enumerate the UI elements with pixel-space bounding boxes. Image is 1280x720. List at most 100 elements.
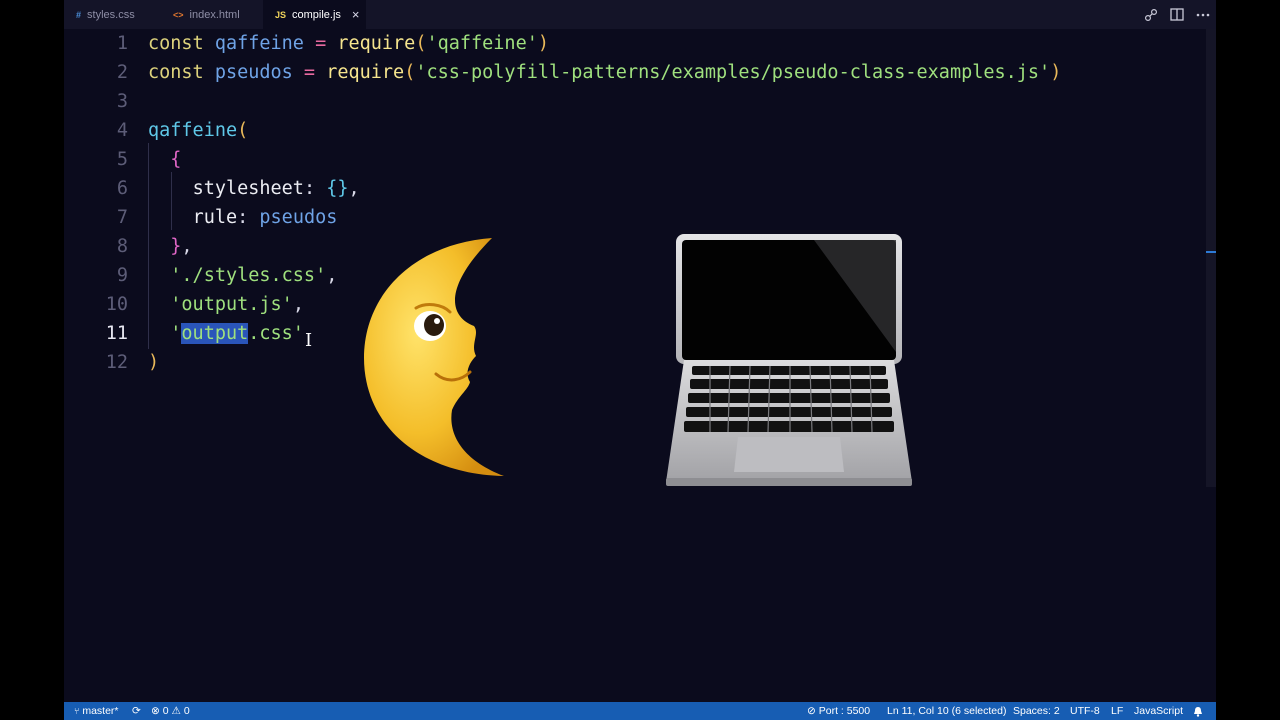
code-line[interactable]: 6 stylesheet: {}, <box>64 174 1204 203</box>
line-number: 6 <box>116 178 128 199</box>
tab-label: index.html <box>189 8 240 21</box>
code-text: ) <box>148 348 159 377</box>
code-token: : <box>303 178 327 199</box>
code-token: 'qaffeine' <box>426 33 538 54</box>
code-token: .css' <box>248 323 304 344</box>
code-token: ) <box>537 33 549 54</box>
code-token: ( <box>415 33 427 54</box>
code-token: './styles.css' <box>170 265 327 286</box>
vertical-scrollbar[interactable] <box>1206 29 1216 487</box>
code-editor[interactable]: 1 const qaffeine = require('qaffeine') 2 co… <box>64 29 1216 702</box>
code-token: ) <box>148 352 160 373</box>
code-text: const pseudos = require('css-polyfill-pa… <box>148 58 1061 87</box>
editor-window: # styles.css <> index.html JS compile.js… <box>64 0 1216 720</box>
code-token: {} <box>326 178 349 199</box>
selected-text: output <box>181 323 249 344</box>
open-changes-button[interactable] <box>1138 0 1164 29</box>
error-count: 0 <box>162 705 169 717</box>
code-line[interactable]: 2 const pseudos = require('css-polyfill-p… <box>64 58 1204 87</box>
line-number: 5 <box>116 149 128 170</box>
tab-index-html[interactable]: <> index.html <box>161 0 263 29</box>
code-token: = <box>292 62 327 83</box>
more-actions-button[interactable] <box>1190 0 1216 29</box>
problems-indicator[interactable]: ⊗ 0 ⚠ 0 <box>151 702 190 720</box>
error-icon: ⊗ <box>151 705 160 717</box>
code-token: ' <box>170 323 182 344</box>
line-number: 1 <box>116 33 128 54</box>
css-file-icon: # <box>76 9 82 20</box>
code-line[interactable]: 5 { <box>64 145 1204 174</box>
tab-styles-css[interactable]: # styles.css <box>64 0 161 29</box>
code-line[interactable]: 10 'output.js', <box>64 290 1204 319</box>
code-line[interactable]: 8 }, <box>64 232 1204 261</box>
live-server-port[interactable]: ⊘ Port : 5500 <box>807 702 870 720</box>
crescent-moon-face-icon <box>364 238 504 476</box>
line-number: 7 <box>116 207 128 228</box>
encoding[interactable]: UTF-8 <box>1070 702 1100 720</box>
line-number: 4 <box>116 120 128 141</box>
branch-indicator[interactable]: ⑂ master* <box>74 702 119 720</box>
line-number: 9 <box>116 265 128 286</box>
sync-icon: ⟳ <box>132 705 141 717</box>
code-token: output <box>181 294 249 315</box>
more-icon <box>1196 13 1210 16</box>
code-token: 'css-polyfill-patterns/examples/pseudo-c… <box>415 62 1051 83</box>
language-mode[interactable]: JavaScript <box>1134 702 1183 720</box>
branch-name: master* <box>82 705 119 717</box>
code-text: './styles.css', <box>148 261 337 290</box>
code-text: const qaffeine = require('qaffeine') <box>148 29 549 58</box>
code-token: .js' <box>248 294 293 315</box>
tab-bar: # styles.css <> index.html JS compile.js… <box>64 0 1216 29</box>
js-file-icon: JS <box>275 9 287 20</box>
port-label: Port : 5500 <box>818 705 871 717</box>
split-editor-icon <box>1170 8 1184 21</box>
status-bar: ⑂ master* ⟳ ⊗ 0 ⚠ 0 ⊘ Port : 5500 Ln 11,… <box>64 702 1216 720</box>
code-text: }, <box>148 232 192 261</box>
code-token: ) <box>1050 62 1062 83</box>
warning-count: 0 <box>183 705 190 717</box>
html-file-icon: <> <box>173 9 184 20</box>
scrollbar-cursor-marker <box>1206 251 1216 253</box>
code-token: require <box>326 62 405 83</box>
code-line[interactable]: 11 'output.css' <box>64 319 1204 348</box>
notifications-bell-icon[interactable] <box>1193 702 1203 720</box>
code-token: ( <box>404 62 416 83</box>
code-token: require <box>337 33 416 54</box>
line-number: 11 <box>105 323 128 344</box>
line-number: 2 <box>116 62 128 83</box>
code-text: 'output.css' <box>148 319 304 348</box>
code-line[interactable]: 12) <box>64 348 1204 377</box>
code-token: qaffeine <box>214 33 304 54</box>
code-line[interactable]: 4 qaffeine( <box>64 116 1204 145</box>
open-changes-icon <box>1144 8 1158 21</box>
code-token: ' <box>170 294 182 315</box>
sync-button[interactable]: ⟳ <box>132 702 141 720</box>
line-number: 12 <box>105 352 128 373</box>
code-token: const <box>148 33 215 54</box>
end-of-line[interactable]: LF <box>1111 702 1123 720</box>
code-line[interactable]: 7 rule: pseudos <box>64 203 1204 232</box>
code-token: : <box>237 207 260 228</box>
code-token: rule <box>192 207 238 228</box>
code-line[interactable]: 1 const qaffeine = require('qaffeine') <box>64 29 1204 58</box>
code-token: , <box>292 294 304 315</box>
code-token: = <box>303 33 338 54</box>
split-editor-button[interactable] <box>1164 0 1190 29</box>
laptop-emoji <box>664 232 914 493</box>
code-line[interactable]: 3 <box>64 87 1204 116</box>
indentation[interactable]: Spaces: 2 <box>1013 702 1060 720</box>
laptop-icon <box>666 234 912 486</box>
tab-compile-js[interactable]: JS compile.js × <box>263 0 366 29</box>
close-icon[interactable]: × <box>352 7 360 22</box>
cursor-position[interactable]: Ln 11, Col 10 (6 selected) <box>887 702 1006 720</box>
port-icon: ⊘ <box>807 705 816 717</box>
code-token: ( <box>237 120 249 141</box>
code-line[interactable]: 9 './styles.css', <box>64 261 1204 290</box>
tab-label: styles.css <box>87 8 135 21</box>
